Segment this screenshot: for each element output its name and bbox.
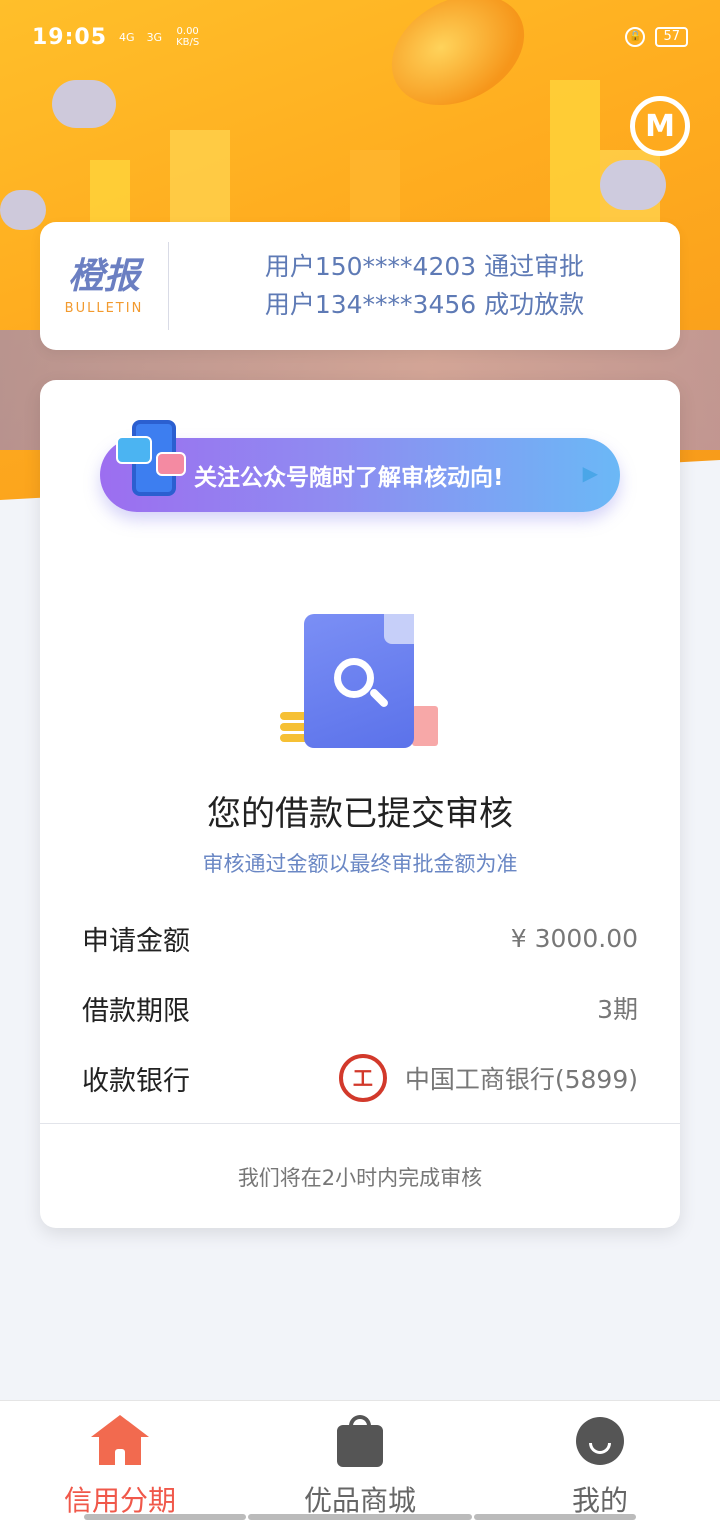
bulletin-messages: 用户150****4203 通过审批 用户134****3456 成功放款 xyxy=(169,248,680,324)
tab-mine[interactable]: 我的 xyxy=(480,1401,720,1520)
term-label: 借款期限 xyxy=(82,995,190,1027)
bulletin-message: 用户150****4203 通过审批 xyxy=(264,252,585,281)
home-icon xyxy=(91,1415,149,1467)
tab-label: 优品商城 xyxy=(303,1484,416,1517)
review-subtitle: 审核通过金额以最终审批金额为准 xyxy=(202,852,518,876)
icbc-bank-icon: 工 xyxy=(338,1054,387,1102)
nav-indicator xyxy=(248,1514,472,1520)
review-status-card: 关注公众号随时了解审核动向! ▶ 您的借款已提交审核 审核通过金额以最终审批金额… xyxy=(40,380,680,1228)
profile-icon xyxy=(571,1415,629,1467)
detail-row-amount: 申请金额 ¥ 3000.00 xyxy=(82,918,638,958)
term-value: 3期 xyxy=(597,995,638,1024)
bulletin-card: 橙报 BULLETIN 用户150****4203 通过审批 用户134****… xyxy=(40,222,680,350)
tab-mall[interactable]: 优品商城 xyxy=(240,1401,480,1520)
document-search-icon xyxy=(304,614,414,748)
review-title: 您的借款已提交审核 xyxy=(207,794,513,834)
amount-label: 申请金额 xyxy=(82,925,190,957)
document-fold xyxy=(384,614,414,644)
cloud-illustration xyxy=(0,190,46,230)
nav-indicator xyxy=(84,1514,246,1520)
detail-row-term: 借款期限 3期 xyxy=(82,988,638,1028)
shopping-bag-icon xyxy=(331,1415,389,1467)
play-arrow-icon: ▶ xyxy=(582,461,598,485)
signal-icon: 3G xyxy=(146,30,163,44)
tab-label: 我的 xyxy=(571,1484,628,1517)
network-speed-unit: KB/S xyxy=(176,37,200,48)
signal-icon: 4G xyxy=(119,30,135,44)
nav-indicator xyxy=(474,1514,636,1520)
chat-bubble-icon xyxy=(116,436,152,464)
network-speed: 0.00 KB/S xyxy=(176,26,199,48)
banner-text: 关注公众号随时了解审核动向! xyxy=(194,465,504,491)
network-speed-value: 0.00 xyxy=(176,26,199,37)
bulletin-brand-cn: 橙报 xyxy=(67,255,140,297)
status-time: 19:05 xyxy=(32,24,108,50)
cloud-illustration xyxy=(600,160,666,210)
magnifier-handle xyxy=(368,687,390,709)
bank-info: 工 中国工商银行(5899) xyxy=(338,1054,638,1102)
brand-logo-icon[interactable]: M xyxy=(630,96,690,156)
review-time-note: 我们将在2小时内完成审核 xyxy=(237,1166,483,1190)
bulletin-brand-en: BULLETIN xyxy=(64,300,144,316)
bank-label: 收款银行 xyxy=(82,1065,190,1097)
tab-credit-installment[interactable]: 信用分期 xyxy=(0,1401,240,1520)
bank-value: 中国工商银行(5899) xyxy=(404,1065,638,1094)
amount-value: ¥ 3000.00 xyxy=(510,923,638,953)
magnifier-lens xyxy=(334,658,374,698)
card-divider xyxy=(40,1123,680,1124)
lock-icon: 🔒 xyxy=(625,27,646,47)
banknote-icon xyxy=(412,706,438,746)
battery-icon: 57 xyxy=(655,27,688,47)
bottom-tab-bar: 信用分期 优品商城 我的 xyxy=(0,1400,720,1520)
tab-label: 信用分期 xyxy=(63,1484,176,1517)
cloud-illustration xyxy=(52,80,116,128)
bulletin-message: 用户134****3456 成功放款 xyxy=(264,290,585,319)
detail-row-bank: 收款银行 工 中国工商银行(5899) xyxy=(82,1054,638,1102)
bulletin-brand: 橙报 BULLETIN xyxy=(40,255,168,316)
status-bar: 19:05 4G 3G 0.00 KB/S 🔒 57 xyxy=(0,0,720,74)
chat-bubble-icon xyxy=(156,452,186,476)
